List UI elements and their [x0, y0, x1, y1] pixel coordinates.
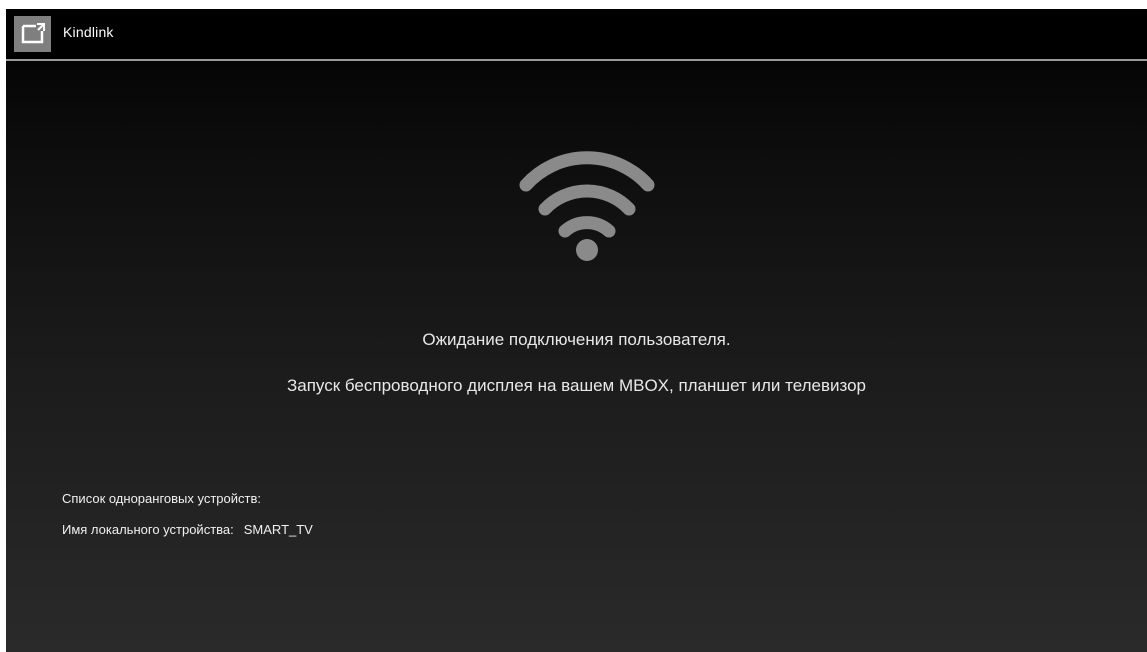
wifi-icon — [519, 151, 655, 261]
cast-screen-icon[interactable] — [14, 16, 51, 52]
screen: Kindlink Ожидание подключения пользовате… — [6, 9, 1147, 652]
local-device-name: SMART_TV — [243, 522, 313, 537]
local-device-row: Имя локального устройства: SMART_TV — [62, 522, 313, 537]
connection-hint: Запуск беспроводного дисплея на вашем MB… — [286, 376, 867, 395]
peer-devices-label: Список одноранговых устройств: — [62, 491, 261, 506]
app-title: Kindlink — [63, 24, 114, 40]
title-bar: Kindlink — [6, 9, 1147, 61]
waiting-message: Ожидание подключения пользователя. — [422, 330, 731, 349]
local-device-label: Имя локального устройства: — [62, 522, 234, 537]
